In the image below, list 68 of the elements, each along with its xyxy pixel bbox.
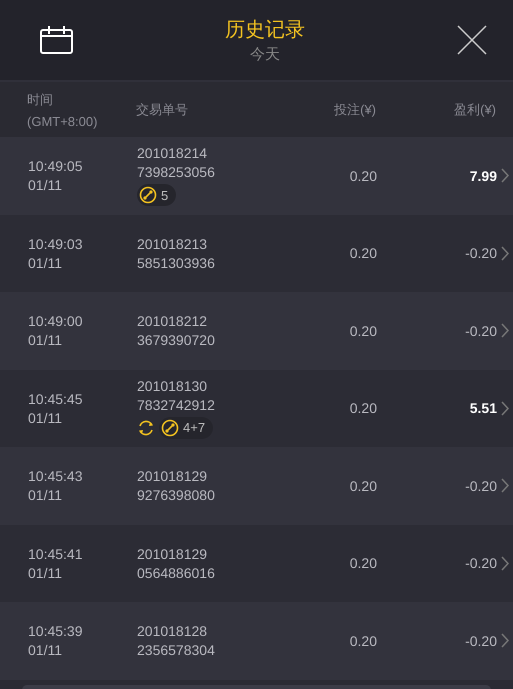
order-column-header: 交易单号 (136, 100, 189, 118)
chevron-right-icon (501, 246, 509, 261)
chevron-right-icon (501, 633, 509, 648)
profit-amount: -0.20 (464, 245, 497, 262)
profit-amount: -0.20 (464, 632, 497, 649)
order-number: 7832742912 (137, 396, 216, 413)
close-button[interactable] (457, 25, 487, 55)
bonus-badge: 5 (137, 184, 176, 206)
profit-amount: -0.20 (464, 555, 497, 572)
date-subtitle: 今天 (250, 45, 280, 64)
bonus-badge: 4+7 (159, 416, 214, 439)
chevron-right-icon (501, 556, 509, 571)
time-text: 10:49:05 (28, 158, 84, 174)
stake-amount: 0.20 (348, 632, 377, 649)
stake-amount: 0.20 (348, 245, 377, 262)
calendar-icon (40, 26, 73, 54)
history-row[interactable]: 10:49:00 01/11 201018212 3679390720 0.20 -0.20 (0, 292, 513, 370)
time-column-header: 时间 (27, 90, 54, 108)
profit-amount: -0.20 (464, 322, 497, 339)
time-text: 10:49:03 (28, 236, 84, 252)
chevron-right-icon (501, 400, 509, 416)
time-text: 10:45:43 (28, 468, 84, 484)
timezone-label: (GMT+8:00) (27, 114, 98, 128)
stake-amount: 0.20 (348, 400, 377, 416)
stake-amount: 0.20 (348, 478, 377, 494)
calendar-button[interactable] (40, 26, 73, 54)
history-row[interactable]: 10:45:39 01/11 201018128 2356578304 0.20 -0.20 (0, 602, 513, 680)
stake-amount: 0.20 (348, 322, 377, 339)
order-number: 5851303936 (137, 254, 216, 271)
bonus-icon (161, 418, 179, 437)
time-text: 10:45:41 (28, 546, 84, 562)
date-text: 01/11 (28, 177, 63, 194)
close-icon (457, 25, 487, 55)
order-number: 2356578304 (137, 642, 216, 658)
date-text: 01/11 (28, 487, 63, 504)
stake-amount: 0.20 (348, 168, 377, 184)
chevron-right-icon (501, 168, 509, 184)
profit-amount: 7.99 (468, 168, 497, 184)
history-row[interactable]: 10:49:05 01/11 201018214 7398253056 5 0.20 7.99 (0, 137, 513, 214)
order-number: 201018214 (137, 145, 208, 162)
stake-amount: 0.20 (348, 555, 377, 572)
order-number: 201018128 (137, 623, 208, 640)
order-number: 201018129 (137, 546, 208, 562)
bonus-icon (139, 186, 157, 204)
profit-amount: -0.20 (464, 478, 497, 494)
profit-column-header: 盈利(¥) (453, 100, 496, 118)
date-text: 01/11 (28, 410, 63, 426)
date-text: 01/11 (28, 642, 63, 658)
order-number: 3679390720 (137, 332, 216, 348)
date-text: 01/11 (28, 332, 63, 348)
page-title: 历史记录 (225, 18, 305, 43)
order-number: 201018212 (137, 313, 208, 330)
order-number: 201018213 (137, 236, 208, 252)
time-text: 10:49:00 (28, 313, 84, 330)
date-text: 01/11 (28, 254, 63, 271)
order-number: 201018129 (137, 468, 208, 484)
time-text: 10:45:45 (28, 390, 84, 407)
stake-column-header: 投注(¥) (333, 100, 376, 118)
time-text: 10:45:39 (28, 623, 84, 640)
chevron-right-icon (501, 478, 509, 494)
order-number: 7398253056 (137, 164, 216, 180)
order-number: 0564886016 (137, 564, 216, 581)
chevron-right-icon (501, 323, 509, 338)
order-number: 201018130 (137, 378, 208, 394)
profit-amount: 5.51 (468, 400, 497, 416)
history-row[interactable]: 10:45:43 01/11 201018129 9276398080 0.20 -0.20 (0, 447, 513, 524)
order-number: 9276398080 (137, 487, 216, 504)
date-text: 01/11 (28, 564, 63, 581)
